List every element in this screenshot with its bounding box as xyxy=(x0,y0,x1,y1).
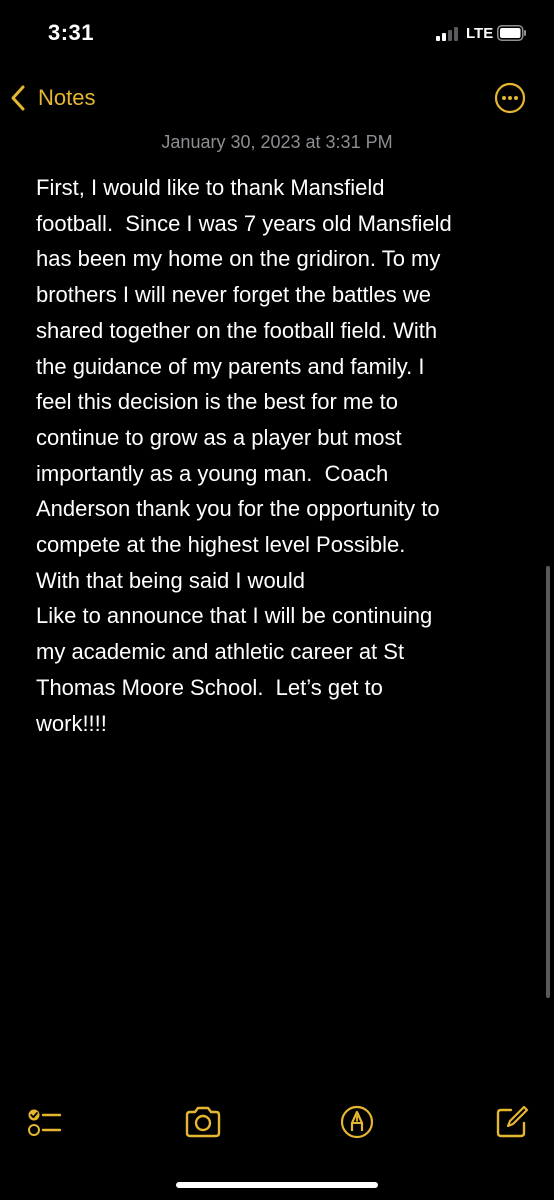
note-line: football. Since I was 7 years old Mansfi… xyxy=(36,210,452,236)
note-line: the guidance of my parents and family. I xyxy=(36,353,425,379)
camera-icon[interactable] xyxy=(183,1104,223,1140)
note-line: shared together on the football field. W… xyxy=(36,317,438,343)
note-line: compete at the highest level Possible. xyxy=(36,532,406,558)
note-line: brothers I will never forget the battles… xyxy=(36,282,431,308)
note-line: continue to grow as a player but most xyxy=(36,424,402,450)
checklist-icon[interactable] xyxy=(26,1104,62,1140)
home-indicator[interactable] xyxy=(176,1182,378,1188)
note-line: Like to announce that I will be continui… xyxy=(36,603,433,629)
note-line: has been my home on the gridiron. To my xyxy=(36,246,441,272)
ellipsis-circle-icon[interactable] xyxy=(494,82,526,114)
note-line: my academic and athletic career at St xyxy=(36,639,405,665)
note-line: Thomas Moore School. Let’s get to xyxy=(36,674,383,700)
markup-pen-icon[interactable] xyxy=(339,1104,375,1140)
compose-icon[interactable] xyxy=(494,1104,530,1140)
cellular-signal-icon xyxy=(436,27,458,41)
note-line: feel this decision is the best for me to xyxy=(36,389,398,415)
battery-icon xyxy=(497,25,526,41)
back-to-notes-button[interactable]: Notes xyxy=(10,80,95,116)
status-bar: 3:31 LTE xyxy=(0,0,554,64)
status-time: 3:31 xyxy=(48,20,95,45)
network-type-label: LTE xyxy=(466,25,494,42)
note-line: importantly as a young man. Coach xyxy=(36,460,389,486)
back-label: Notes xyxy=(38,85,96,110)
note-line: Anderson thank you for the opportunity t… xyxy=(36,496,440,522)
note-timestamp: January 30, 2023 at 3:31 PM xyxy=(161,132,393,152)
note-line: work!!!! xyxy=(36,710,107,736)
note-body[interactable]: First, I would like to thank Mansfield f… xyxy=(36,170,536,741)
note-line: First, I would like to thank Mansfield xyxy=(36,175,385,200)
scroll-indicator[interactable] xyxy=(546,566,550,998)
note-line: With that being said I would xyxy=(36,567,306,593)
chevron-left-icon xyxy=(11,85,25,111)
